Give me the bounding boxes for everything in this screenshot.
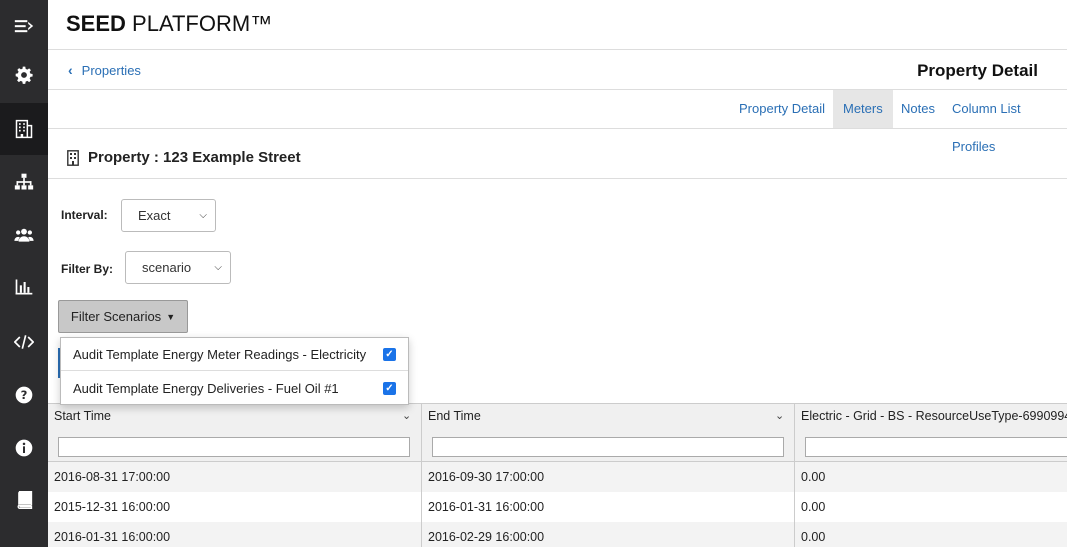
- chevron-down-icon: ⌵: [214, 262, 222, 273]
- table-cell: 0.00: [801, 470, 826, 484]
- scenario-checkbox[interactable]: ✓: [383, 382, 396, 395]
- column-header[interactable]: Electric - Grid - BS - ResourceUseType-6…: [801, 409, 1067, 423]
- column-end-time: End Time ⌄ 2016-09-30 17:00:00 2016-01-3…: [422, 403, 795, 547]
- help-icon[interactable]: ?: [0, 369, 48, 421]
- column-filter-input[interactable]: [805, 437, 1067, 457]
- table-cell: 2016-02-29 16:00:00: [428, 530, 545, 544]
- meter-readings-grid: Start Time ⌄ 2016-08-31 17:00:00 2015-12…: [48, 403, 1067, 547]
- scenario-option[interactable]: Audit Template Energy Meter Readings - E…: [61, 338, 408, 371]
- building-icon[interactable]: [0, 103, 48, 155]
- column-filter-input[interactable]: [432, 437, 784, 457]
- tab-property-detail[interactable]: Property Detail: [729, 90, 835, 128]
- filter-by-select[interactable]: scenario ⌵: [125, 251, 231, 284]
- table-cell: 2016-08-31 17:00:00: [54, 470, 171, 484]
- sidebar: ?: [0, 0, 48, 547]
- column-electric-grid: Electric - Grid - BS - ResourceUseType-6…: [795, 403, 1067, 547]
- column-header[interactable]: End Time: [428, 409, 481, 423]
- property-title: Property : 123 Example Street: [88, 149, 301, 166]
- table-cell: 2016-09-30 17:00:00: [428, 470, 545, 484]
- scenario-checkbox[interactable]: ✓: [383, 347, 396, 361]
- table-cell: 0.00: [801, 500, 826, 514]
- users-icon[interactable]: [0, 209, 48, 261]
- info-icon[interactable]: [0, 422, 48, 474]
- org-chart-icon[interactable]: [0, 156, 48, 208]
- interval-select-value: Exact: [138, 208, 171, 223]
- brand-logo[interactable]: SEED PLATFORM™: [66, 11, 272, 37]
- tab-meters[interactable]: Meters: [833, 90, 893, 128]
- column-filter-input[interactable]: [58, 437, 410, 457]
- interval-select[interactable]: Exact ⌵: [121, 199, 216, 232]
- app-header: SEED PLATFORM™: [48, 0, 1067, 50]
- scenario-option[interactable]: Audit Template Energy Deliveries - Fuel …: [61, 372, 408, 405]
- scenario-dropdown-menu: Audit Template Energy Meter Readings - E…: [60, 337, 409, 405]
- book-icon[interactable]: [0, 474, 48, 526]
- scenario-option-label: Audit Template Energy Deliveries - Fuel …: [73, 381, 339, 396]
- page-title: Property Detail: [917, 61, 1038, 80]
- breadcrumb: ‹ Properties Property Detail: [48, 50, 1067, 90]
- table-cell: 0.00: [801, 530, 826, 544]
- back-link-label: Properties: [81, 62, 141, 78]
- svg-text:?: ?: [21, 388, 28, 402]
- chevron-down-icon[interactable]: ⌄: [402, 409, 411, 422]
- back-to-properties-link[interactable]: ‹ Properties: [68, 62, 141, 78]
- tab-bar: Property Detail Meters Notes Column List…: [48, 90, 1067, 154]
- column-start-time: Start Time ⌄ 2016-08-31 17:00:00 2015-12…: [48, 403, 422, 547]
- tab-column-list-profiles[interactable]: Column List Profiles: [942, 90, 1067, 154]
- chevron-down-icon[interactable]: ⌄: [775, 409, 784, 422]
- building-small-icon: [67, 150, 79, 166]
- interval-label: Interval:: [61, 208, 108, 222]
- filter-by-label: Filter By:: [61, 262, 114, 276]
- table-cell: 2016-01-31 16:00:00: [54, 530, 171, 544]
- tab-notes[interactable]: Notes: [891, 90, 945, 128]
- menu-toggle-icon[interactable]: [0, 0, 48, 52]
- bar-chart-icon[interactable]: [0, 261, 48, 313]
- table-cell: 2015-12-31 16:00:00: [54, 500, 171, 514]
- scenario-option-label: Audit Template Energy Meter Readings - E…: [73, 346, 367, 362]
- filter-scenarios-label: Filter Scenarios: [70, 309, 162, 324]
- brand-rest-text: PLATFORM™: [125, 11, 273, 36]
- chevron-down-icon: ⌵: [199, 210, 207, 221]
- filter-by-select-value: scenario: [142, 260, 192, 275]
- caret-down-icon: ▼: [166, 311, 176, 322]
- filter-scenarios-button[interactable]: Filter Scenarios ▼: [58, 300, 188, 333]
- column-header[interactable]: Start Time: [54, 409, 111, 423]
- code-icon[interactable]: [0, 316, 48, 368]
- table-cell: 2016-01-31 16:00:00: [428, 500, 545, 514]
- chevron-left-icon: ‹: [68, 62, 73, 78]
- property-header: Property : 123 Example Street: [48, 130, 1067, 179]
- gear-icon[interactable]: [0, 49, 48, 101]
- brand-bold-text: SEED: [66, 11, 126, 36]
